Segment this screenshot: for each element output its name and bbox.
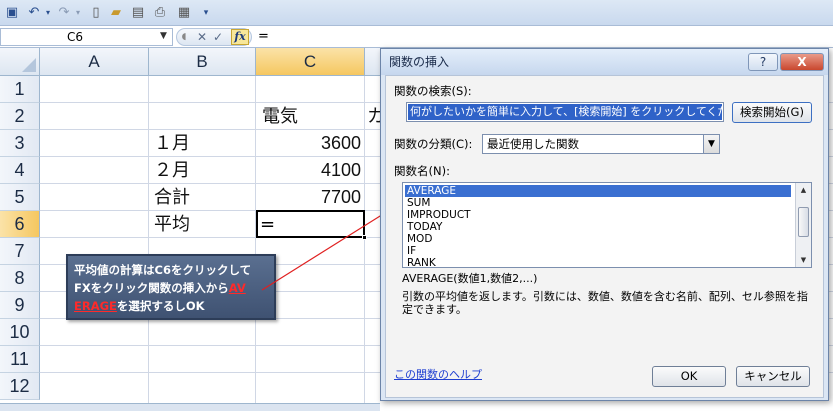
search-input-value: 何がしたいかを簡単に入力して、[検索開始] をクリックしてください。 bbox=[408, 104, 722, 120]
quick-access-toolbar: ▣ ↶ ▾ ↷ ▾ ▯ ▰ ▤ ⎙ ▦ ▾ bbox=[0, 0, 833, 26]
save-icon[interactable]: ▣ bbox=[4, 5, 20, 21]
row-header-4[interactable]: 4 bbox=[0, 157, 40, 184]
row-header-6[interactable]: 6 bbox=[0, 211, 40, 238]
scroll-thumb[interactable] bbox=[798, 207, 809, 237]
scroll-down-icon[interactable]: ▼ bbox=[796, 253, 811, 267]
row-header-7[interactable]: 7 bbox=[0, 238, 40, 265]
function-help-link[interactable]: この関数のヘルプ bbox=[394, 368, 482, 382]
gridline bbox=[364, 76, 365, 411]
callout-line-2-text: FXをクリック関数の挿入から bbox=[74, 281, 229, 295]
row-header-11[interactable]: 11 bbox=[0, 346, 40, 373]
function-list-label: 関数名(N): bbox=[394, 164, 450, 178]
dialog-titlebar[interactable]: 関数の挿入 ? X bbox=[381, 49, 828, 75]
list-item-sum[interactable]: SUM bbox=[405, 197, 791, 209]
callout-highlight-2: ERAGE bbox=[74, 299, 117, 313]
cell-b3[interactable]: １月 bbox=[154, 130, 190, 157]
formula-bar: C6 ▼ ◖ ✕ ✓ fx = bbox=[0, 26, 833, 48]
ok-button[interactable]: OK bbox=[652, 366, 726, 387]
cell-c4[interactable]: 4100 bbox=[256, 157, 361, 184]
category-value: 最近使用した関数 bbox=[487, 137, 579, 151]
cell-c6-value: = bbox=[260, 214, 276, 235]
scroll-up-icon[interactable]: ▲ bbox=[796, 183, 811, 197]
formula-grip-icon: ◖ bbox=[181, 32, 187, 42]
redo-dropdown-icon[interactable]: ▾ bbox=[70, 5, 86, 21]
chevron-down-icon[interactable]: ▼ bbox=[703, 135, 719, 153]
function-syntax: AVERAGE(数値1,数値2,...) bbox=[402, 272, 538, 285]
insert-function-dialog: 関数の挿入 ? X 関数の検索(S): 何がしたいかを簡単に入力して、[検索開始… bbox=[380, 48, 829, 401]
list-item-mod[interactable]: MOD bbox=[405, 233, 791, 245]
column-header-b[interactable]: B bbox=[149, 48, 256, 76]
row-header-1[interactable]: 1 bbox=[0, 76, 40, 103]
print-icon[interactable]: ▦ bbox=[176, 5, 192, 21]
callout-line-1: 平均値の計算はC6をクリックして bbox=[74, 263, 252, 277]
row-header-3[interactable]: 3 bbox=[0, 130, 40, 157]
enter-icon[interactable]: ✓ bbox=[211, 29, 225, 45]
cell-c3[interactable]: 3600 bbox=[256, 130, 361, 157]
select-all-triangle-icon bbox=[22, 58, 36, 72]
function-list[interactable]: AVERAGE SUM IMPRODUCT TODAY MOD IF RANK … bbox=[402, 182, 812, 268]
open-icon[interactable]: ▰ bbox=[108, 5, 124, 21]
print-preview-icon[interactable]: ▤ bbox=[130, 5, 146, 21]
gridline bbox=[148, 76, 149, 411]
cancel-icon[interactable]: ✕ bbox=[195, 29, 209, 45]
cell-b4[interactable]: ２月 bbox=[154, 157, 190, 184]
new-icon[interactable]: ▯ bbox=[88, 5, 104, 21]
instruction-callout: 平均値の計算はC6をクリックして FXをクリック関数の挿入からAV ERAGEを… bbox=[66, 254, 276, 320]
list-item-if[interactable]: IF bbox=[405, 245, 791, 257]
list-item-improduct[interactable]: IMPRODUCT bbox=[405, 209, 791, 221]
name-box[interactable]: C6 bbox=[0, 28, 173, 46]
callout-line-2: FXをクリック関数の挿入からAV bbox=[74, 279, 268, 297]
category-select[interactable]: 最近使用した関数 ▼ bbox=[482, 134, 720, 154]
cancel-button[interactable]: キャンセル bbox=[736, 366, 810, 387]
function-list-scrollbar[interactable]: ▲ ▼ bbox=[795, 183, 811, 267]
close-button[interactable]: X bbox=[780, 53, 824, 71]
sheet-bottom-strip bbox=[0, 403, 380, 411]
column-header-c[interactable]: C bbox=[256, 48, 365, 76]
formula-buttons: ◖ ✕ ✓ fx bbox=[176, 28, 252, 46]
callout-line-3: ERAGEを選択するしOK bbox=[74, 297, 268, 315]
row-header-2[interactable]: 2 bbox=[0, 103, 40, 130]
cell-c2[interactable]: 電気 bbox=[262, 103, 298, 130]
search-label: 関数の検索(S): bbox=[394, 84, 472, 98]
undo-dropdown-icon[interactable]: ▾ bbox=[40, 5, 56, 21]
fill-handle[interactable] bbox=[362, 235, 367, 240]
list-item-today[interactable]: TODAY bbox=[405, 221, 791, 233]
gridline bbox=[255, 76, 256, 411]
function-search-input[interactable]: 何がしたいかを簡単に入力して、[検索開始] をクリックしてください。 bbox=[406, 102, 724, 122]
cell-b6[interactable]: 平均 bbox=[154, 211, 190, 238]
row-header-9[interactable]: 9 bbox=[0, 292, 40, 319]
row-header-5[interactable]: 5 bbox=[0, 184, 40, 211]
help-button[interactable]: ? bbox=[748, 53, 778, 71]
cell-b5[interactable]: 合計 bbox=[154, 184, 190, 211]
dialog-body: 関数の検索(S): 何がしたいかを簡単に入力して、[検索開始] をクリックしてく… bbox=[385, 75, 824, 398]
formula-input[interactable]: = bbox=[258, 29, 269, 45]
callout-line-3-text: を選択するしOK bbox=[116, 299, 205, 313]
callout-highlight-1: AV bbox=[228, 281, 246, 295]
dialog-title: 関数の挿入 bbox=[389, 55, 450, 69]
row-header-8[interactable]: 8 bbox=[0, 265, 40, 292]
cell-c5[interactable]: 7700 bbox=[256, 184, 361, 211]
category-label: 関数の分類(C): bbox=[394, 137, 473, 151]
search-start-button[interactable]: 検索開始(G) bbox=[732, 102, 812, 123]
list-item-rank[interactable]: RANK bbox=[405, 257, 791, 267]
insert-function-button[interactable]: fx bbox=[231, 29, 249, 45]
column-header-a[interactable]: A bbox=[40, 48, 149, 76]
row-header-12[interactable]: 12 bbox=[0, 373, 40, 400]
list-item-average[interactable]: AVERAGE bbox=[405, 185, 791, 197]
name-box-value: C6 bbox=[67, 30, 84, 44]
name-box-dropdown-icon[interactable]: ▼ bbox=[160, 31, 167, 41]
row-header-10[interactable]: 10 bbox=[0, 319, 40, 346]
quick-print-icon[interactable]: ⎙ bbox=[152, 5, 168, 21]
select-all-corner[interactable] bbox=[0, 48, 40, 76]
customize-icon[interactable]: ▾ bbox=[198, 5, 214, 21]
function-description: 引数の平均値を返します。引数には、数値、数値を含む名前、配列、セル参照を指定でき… bbox=[402, 290, 808, 316]
